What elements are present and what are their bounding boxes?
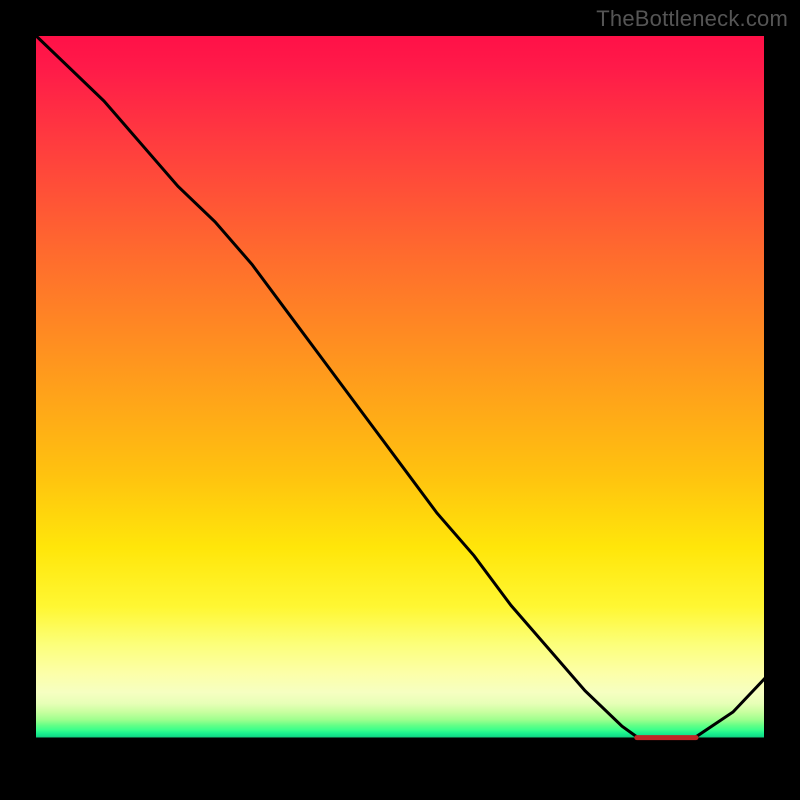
plot-frame bbox=[30, 30, 770, 770]
watermark-text: TheBottleneck.com bbox=[596, 6, 788, 32]
